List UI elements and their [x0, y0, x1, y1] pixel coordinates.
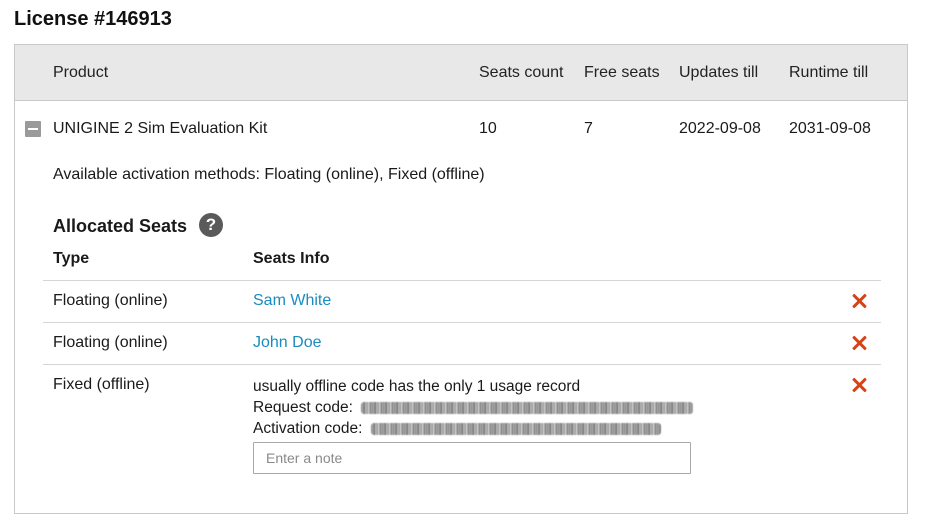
- minus-square-icon[interactable]: [25, 121, 41, 137]
- seat-row: Floating (online) John Doe: [43, 322, 881, 365]
- request-code-line: Request code:: [253, 397, 694, 418]
- page-title: License #146913: [14, 8, 172, 30]
- table-header: Product Seats count Free seats Updates t…: [15, 45, 907, 101]
- seat-user-link[interactable]: Sam White: [253, 292, 331, 310]
- note-input[interactable]: [253, 442, 691, 474]
- activation-code-line: Activation code:: [253, 418, 693, 439]
- cell-free-seats: 7: [584, 120, 593, 137]
- header-seats-count: Seats count: [479, 64, 564, 81]
- header-type: Type: [53, 250, 90, 267]
- close-icon[interactable]: [851, 293, 867, 309]
- close-icon[interactable]: [851, 377, 867, 393]
- header-free-seats: Free seats: [584, 64, 660, 81]
- header-seats-info: Seats Info: [253, 250, 330, 267]
- request-code-label: Request code:: [253, 399, 353, 416]
- seat-row: Fixed (offline) usually offline code has…: [43, 364, 881, 484]
- allocated-seats-title: Allocated Seats: [53, 216, 188, 236]
- seat-type: Floating (online): [53, 292, 168, 309]
- question-circle-icon[interactable]: ?: [199, 213, 223, 237]
- cell-seats-count: 10: [479, 120, 497, 137]
- cell-product: UNIGINE 2 Sim Evaluation Kit: [53, 120, 268, 137]
- seat-type: Floating (online): [53, 334, 168, 351]
- seat-type: Fixed (offline): [53, 376, 150, 393]
- close-icon[interactable]: [851, 335, 867, 351]
- cell-runtime-till: 2031-09-08: [789, 120, 871, 137]
- header-updates-till: Updates till: [679, 64, 759, 81]
- activation-code-redacted: [370, 422, 661, 435]
- cell-updates-till: 2022-09-08: [679, 120, 761, 137]
- header-runtime-till: Runtime till: [789, 64, 869, 81]
- offline-note-text: usually offline code has the only 1 usag…: [253, 378, 581, 395]
- table-row: UNIGINE 2 Sim Evaluation Kit 10 7 2022-0…: [15, 101, 907, 157]
- seat-user-link[interactable]: John Doe: [253, 334, 322, 352]
- offline-seat-info: usually offline code has the only 1 usag…: [253, 376, 694, 439]
- activation-methods-text: Available activation methods: Floating (…: [53, 166, 485, 183]
- header-product: Product: [53, 64, 109, 81]
- seats-table-header: Type Seats Info: [43, 249, 881, 281]
- activation-code-label: Activation code:: [253, 420, 363, 437]
- request-code-redacted: [361, 401, 694, 414]
- seat-row: Floating (online) Sam White: [43, 280, 881, 323]
- license-panel: Product Seats count Free seats Updates t…: [14, 44, 908, 514]
